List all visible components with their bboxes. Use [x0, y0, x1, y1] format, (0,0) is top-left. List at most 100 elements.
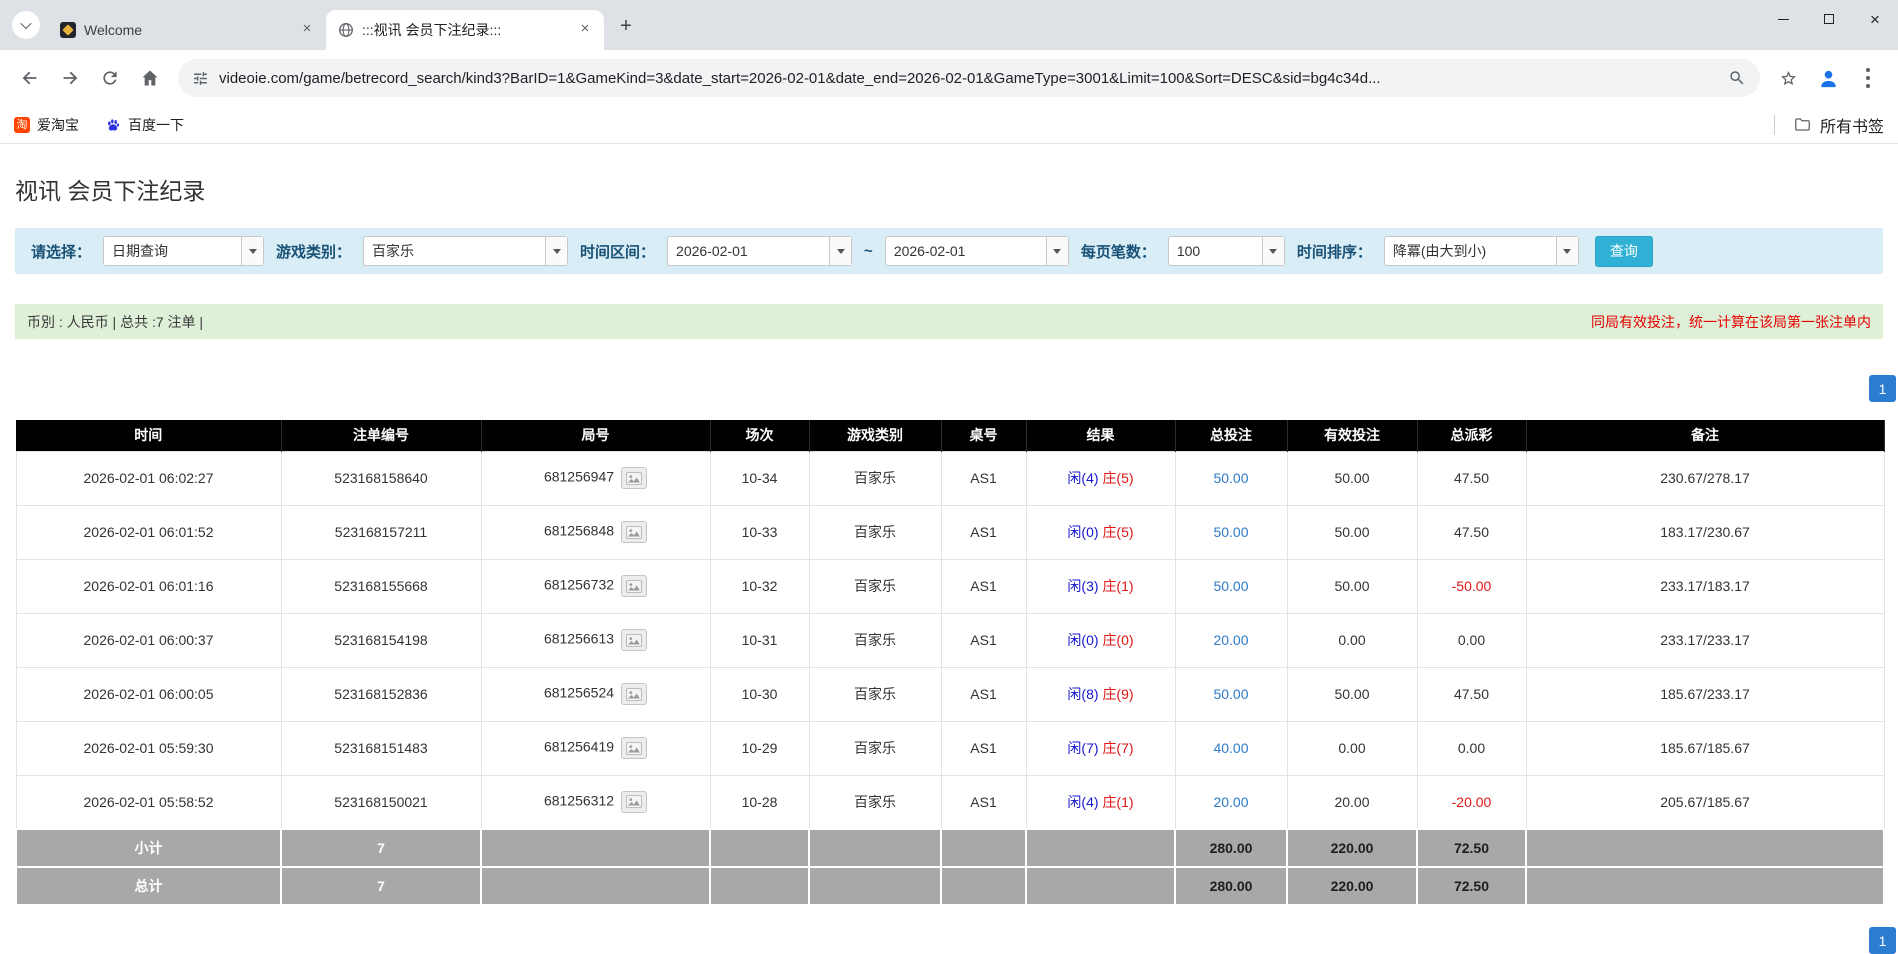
page-1-button[interactable]: 1 — [1869, 375, 1896, 402]
all-bookmarks[interactable]: 所有书签 — [1773, 113, 1884, 137]
cell-time: 2026-02-01 06:02:27 — [15, 450, 282, 506]
round-result-button[interactable] — [621, 575, 648, 597]
url-text[interactable]: videoie.com/game/betrecord_search/kind3?… — [219, 70, 1718, 87]
new-tab-button[interactable]: + — [612, 12, 640, 40]
chevron-down-icon — [20, 17, 32, 30]
cell-game-type: 百家乐 — [808, 774, 942, 830]
total-bet-link[interactable]: 50.00 — [1213, 470, 1248, 486]
subtotal-total-bet: 280.00 — [1174, 828, 1288, 868]
total-valid-bet: 220.00 — [1286, 866, 1418, 906]
dropdown-arrow-button[interactable] — [241, 237, 264, 265]
round-result-button[interactable] — [621, 790, 648, 813]
bookmark-baidu[interactable]: 百度一下 — [105, 115, 184, 135]
cell-valid-bet: 0.00 — [1286, 612, 1418, 668]
back-button[interactable] — [10, 58, 50, 98]
site-info-icon[interactable] — [192, 70, 209, 87]
game-type-value: 百家乐 — [372, 243, 415, 259]
sort-order-value: 降冪(由大到小) — [1392, 243, 1487, 259]
game-type-dropdown[interactable]: 百家乐 — [363, 236, 569, 266]
caret-down-icon — [1053, 248, 1062, 254]
cell-table-no: AS1 — [940, 504, 1027, 560]
table-row: 2026-02-01 06:02:27 523168158640 6812569… — [15, 450, 1885, 506]
search-button[interactable]: 查询 — [1594, 235, 1653, 267]
cell-bet-id: 523168151483 — [280, 720, 482, 776]
round-result-icon — [626, 687, 643, 701]
home-button[interactable] — [130, 58, 170, 98]
date-end-dropdown[interactable]: 2026-02-01 — [884, 236, 1069, 266]
result-player: 闲(0) — [1067, 632, 1099, 648]
taobao-icon: 淘 — [14, 116, 30, 133]
result-player: 闲(4) — [1067, 793, 1099, 810]
round-result-icon — [626, 579, 643, 593]
total-bet-link[interactable]: 20.00 — [1213, 794, 1248, 810]
cell-round: 681256312 — [480, 774, 711, 830]
round-result-icon — [626, 741, 643, 755]
sort-order-dropdown[interactable]: 降冪(由大到小) — [1383, 236, 1579, 266]
tab-close-icon[interactable]: × — [298, 21, 316, 39]
page-size-dropdown[interactable]: 100 — [1167, 236, 1285, 266]
date-start-dropdown[interactable]: 2026-02-01 — [667, 236, 853, 266]
cell-valid-bet: 50.00 — [1286, 450, 1418, 506]
sort-label: 时间排序： — [1296, 243, 1372, 261]
cell-time: 2026-02-01 06:01:52 — [15, 504, 282, 560]
bookmark-taobao[interactable]: 淘 爱淘宝 — [14, 115, 79, 135]
page-title: 视讯 会员下注纪录 — [15, 178, 206, 204]
dropdown-arrow-button[interactable] — [1555, 237, 1578, 265]
refresh-icon — [103, 71, 117, 85]
total-bet-link[interactable]: 50.00 — [1213, 686, 1248, 702]
cell-table-no: AS1 — [940, 666, 1027, 722]
url-bar[interactable]: videoie.com/game/betrecord_search/kind3?… — [178, 59, 1760, 97]
total-bet-link[interactable]: 50.00 — [1213, 578, 1248, 594]
total-bet-link[interactable]: 50.00 — [1213, 524, 1248, 540]
cell-valid-bet: 50.00 — [1286, 666, 1418, 722]
dropdown-arrow-button[interactable] — [1261, 237, 1284, 265]
tab-close-icon[interactable]: × — [576, 21, 594, 39]
browser-menu-button[interactable] — [1848, 58, 1888, 98]
date-mode-dropdown[interactable]: 日期查询 — [103, 236, 265, 266]
round-result-button[interactable] — [621, 467, 648, 489]
dropdown-arrow-button[interactable] — [829, 237, 852, 265]
result-banker: 庄(7) — [1102, 740, 1134, 756]
header-total-bet: 总投注 — [1175, 420, 1288, 451]
forward-button[interactable] — [50, 58, 90, 98]
zoom-icon[interactable] — [1728, 69, 1746, 87]
bookmark-star-button[interactable] — [1768, 58, 1808, 98]
round-result-button[interactable] — [621, 629, 648, 651]
total-bet-link[interactable]: 20.00 — [1213, 632, 1248, 648]
tab-search-button[interactable] — [12, 11, 40, 39]
cell-table-no: AS1 — [940, 612, 1027, 668]
dropdown-arrow-button[interactable] — [1045, 237, 1068, 265]
cell-bet-id: 523168150021 — [280, 774, 482, 830]
navigation-bar: videoie.com/game/betrecord_search/kind3?… — [0, 50, 1898, 106]
cell-time: 2026-02-01 05:58:52 — [15, 774, 282, 830]
cell-payout: -20.00 — [1416, 774, 1527, 830]
date-mode-value: 日期查询 — [112, 243, 169, 259]
round-result-button[interactable] — [621, 521, 648, 543]
cell-session: 10-29 — [709, 720, 810, 776]
maximize-icon — [1824, 14, 1834, 24]
result-banker: 庄(1) — [1102, 578, 1134, 594]
caret-down-icon — [1269, 248, 1278, 254]
cell-time: 2026-02-01 06:00:05 — [15, 666, 282, 722]
minimize-button[interactable] — [1760, 0, 1806, 38]
tab-welcome[interactable]: Welcome × — [48, 10, 326, 50]
round-result-button[interactable] — [621, 737, 648, 759]
close-button[interactable]: × — [1852, 0, 1898, 38]
cell-bet-id: 523168155668 — [280, 558, 482, 614]
summary-currency-total: 币別 : 人民币 | 总共 :7 注单 | — [27, 313, 204, 330]
cell-valid-bet: 50.00 — [1286, 504, 1418, 560]
cell-game-type: 百家乐 — [808, 450, 942, 506]
maximize-button[interactable] — [1806, 0, 1852, 38]
round-result-button[interactable] — [621, 683, 648, 705]
round-number: 681256524 — [543, 684, 615, 701]
subtotal-count: 7 — [280, 828, 482, 868]
profile-button[interactable] — [1808, 58, 1848, 98]
cell-result: 闲(3) 庄(1) — [1025, 558, 1176, 614]
refresh-button[interactable] — [90, 58, 130, 98]
dropdown-arrow-button[interactable] — [545, 237, 568, 265]
cell-result: 闲(4) 庄(1) — [1025, 774, 1176, 830]
page-1-button[interactable]: 1 — [1869, 927, 1896, 954]
pagination-bottom: 1 — [0, 927, 1898, 954]
tab-betrecord[interactable]: :::视讯 会员下注纪录::: × — [326, 10, 604, 50]
total-bet-link[interactable]: 40.00 — [1213, 740, 1248, 756]
